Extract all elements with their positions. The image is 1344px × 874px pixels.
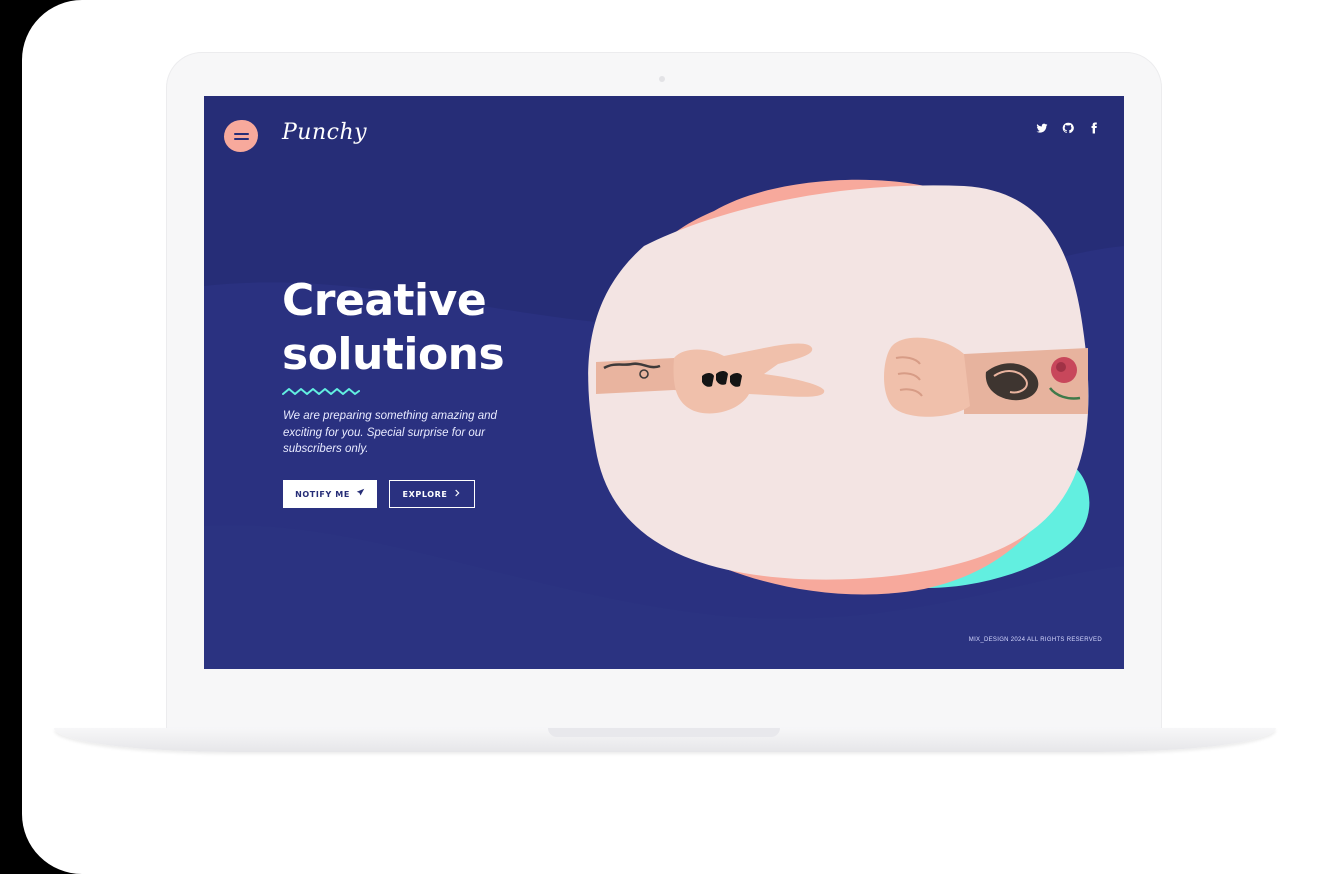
laptop-camera [659,76,665,82]
hands-illustration [596,337,1088,417]
fist-hand [884,337,1088,417]
peace-hand [596,343,825,414]
laptop-base-notch [548,728,780,737]
website-screen: Punchy Creative solutions We are prepari… [204,96,1124,669]
copyright-text: MIX_DESIGN 2024 ALL RIGHTS RESERVED [968,637,1102,643]
